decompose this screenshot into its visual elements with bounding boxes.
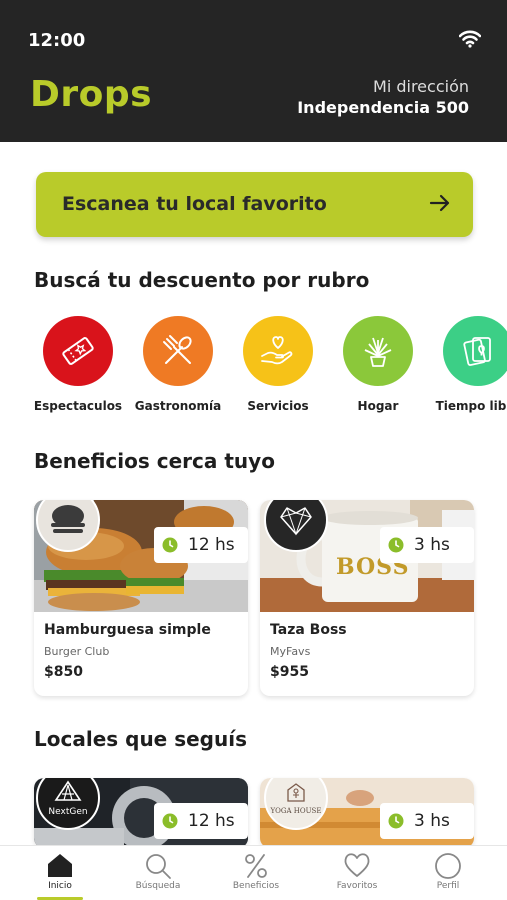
brand-logo[interactable]: Drops	[30, 74, 152, 115]
scan-store-button[interactable]: Escanea tu local favorito	[36, 172, 473, 237]
tab-favoritos[interactable]: Favoritos	[307, 846, 407, 900]
tab-label: Inicio	[48, 881, 72, 891]
address-value[interactable]: Independencia 500	[297, 98, 469, 117]
time-left-value: 3 hs	[414, 811, 450, 831]
clock-icon	[162, 813, 178, 829]
scan-store-label: Escanea tu local favorito	[62, 193, 327, 215]
store-card[interactable]: NextGen 12 hs	[34, 778, 248, 848]
categories-row: Espectaculos Gastronomía Servicios Hogar…	[0, 316, 507, 416]
category-label: Espectaculos	[33, 399, 123, 413]
arrow-right-icon	[429, 192, 451, 218]
tab-label: Favoritos	[336, 881, 378, 891]
category-label: Servicios	[247, 399, 309, 413]
time-left-value: 12 hs	[188, 811, 235, 831]
tab-perfil[interactable]: Perfil	[398, 846, 498, 900]
clock-icon	[162, 537, 178, 553]
time-left-badge: 3 hs	[380, 803, 474, 839]
heart-icon	[344, 853, 370, 877]
category-label: Gastronomía	[134, 399, 222, 413]
hand-heart-icon	[243, 316, 313, 386]
tab-label: Perfil	[436, 881, 460, 891]
benefit-price: $850	[44, 664, 83, 680]
clock-icon	[388, 537, 404, 553]
tab-label: Búsqueda	[135, 881, 181, 891]
time-left-badge: 12 hs	[154, 527, 248, 563]
status-time: 12:00	[28, 30, 86, 51]
profile-icon	[435, 853, 461, 879]
category-label: Hogar	[357, 399, 399, 413]
time-left-value: 12 hs	[188, 535, 235, 555]
benefit-title: Taza Boss	[270, 622, 347, 638]
app-header: 12:00 Drops Mi dirección Independencia 5…	[0, 0, 507, 142]
yoga-house-logo-text: YOGA HOUSE	[270, 807, 322, 815]
bottom-tab-bar: Inicio Búsqueda Beneficios Favoritos Per…	[0, 845, 507, 900]
tab-inicio[interactable]: Inicio	[10, 846, 110, 900]
benefit-card[interactable]: 12 hs Hamburguesa simple Burger Club $85…	[34, 500, 248, 696]
category-label: Tiempo libre	[435, 399, 507, 413]
time-left-badge: 3 hs	[380, 527, 474, 563]
tab-busqueda[interactable]: Búsqueda	[108, 846, 208, 900]
category-tiempo-libre[interactable]: Tiempo libre	[428, 316, 507, 413]
plant-icon	[343, 316, 413, 386]
category-espectaculos[interactable]: Espectaculos	[28, 316, 128, 413]
following-stores-title: Locales que seguís	[34, 727, 247, 751]
utensils-icon	[143, 316, 213, 386]
home-icon	[48, 854, 72, 877]
benefit-title: Hamburguesa simple	[44, 622, 211, 638]
benefit-store: MyFavs	[270, 645, 311, 658]
category-gastronomia[interactable]: Gastronomía	[128, 316, 228, 413]
ticket-icon	[43, 316, 113, 386]
nextgen-logo-text: NextGen	[48, 806, 88, 817]
categories-title: Buscá tu descuento por rubro	[34, 268, 370, 292]
address-label: Mi dirección	[373, 77, 469, 96]
time-left-value: 3 hs	[414, 535, 450, 555]
benefit-store: Burger Club	[44, 645, 110, 658]
percent-icon	[245, 854, 267, 878]
benefit-price: $955	[270, 664, 309, 680]
category-servicios[interactable]: Servicios	[228, 316, 328, 413]
cards-icon	[443, 316, 507, 386]
clock-icon	[388, 813, 404, 829]
search-icon	[146, 854, 171, 879]
benefit-card[interactable]: BOSS 3 hs Taza Boss MyFavs $955	[260, 500, 474, 696]
store-card[interactable]: YOGA HOUSE 3 hs	[260, 778, 474, 848]
time-left-badge: 12 hs	[154, 803, 248, 839]
wifi-icon	[458, 30, 482, 52]
category-hogar[interactable]: Hogar	[328, 316, 428, 413]
tab-label: Beneficios	[232, 881, 280, 891]
tab-beneficios[interactable]: Beneficios	[206, 846, 306, 900]
nearby-benefits-title: Beneficios cerca tuyo	[34, 449, 275, 473]
